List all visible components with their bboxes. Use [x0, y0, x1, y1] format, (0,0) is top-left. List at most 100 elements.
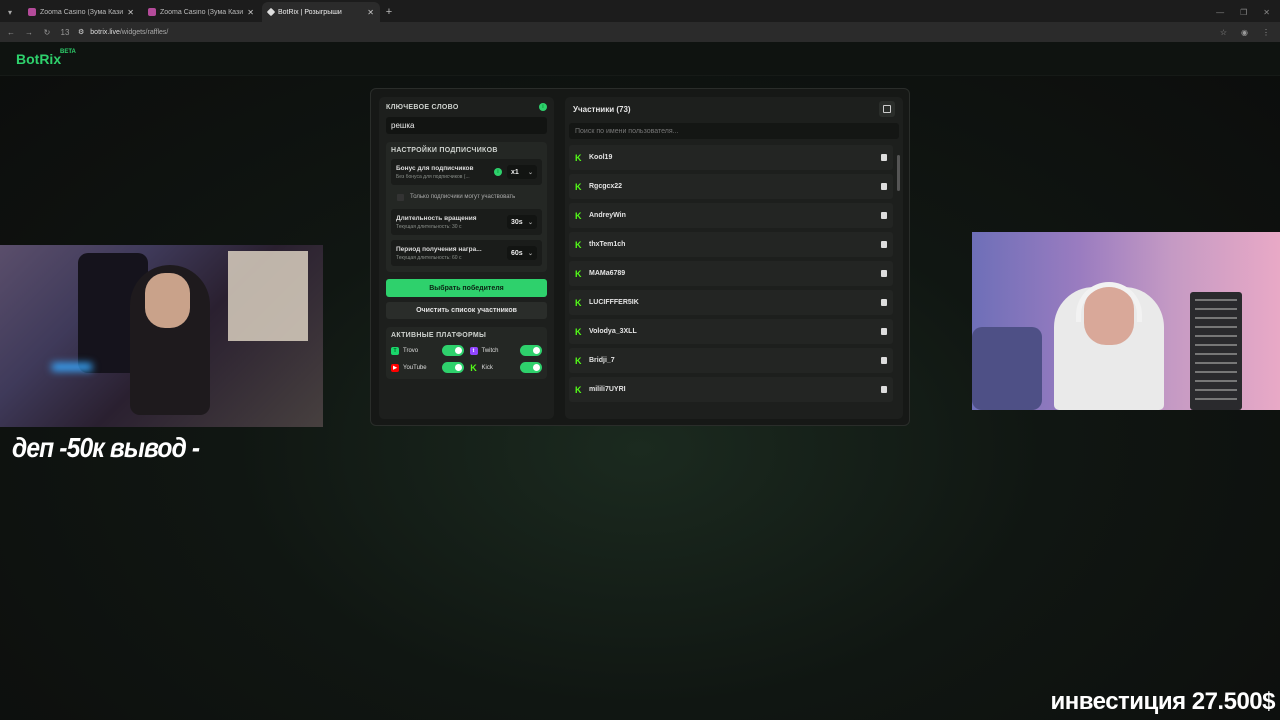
setting-description: Текущая длительность: 30 с — [396, 223, 462, 230]
trovo-toggle[interactable] — [441, 345, 464, 356]
active-platforms: АКТИВНЫЕ ПЛАТФОРМЫ T Trovo t Twitch ▶ Yo… — [386, 327, 547, 379]
active-platforms-label: АКТИВНЫЕ ПЛАТФОРМЫ — [391, 332, 487, 339]
address-bar[interactable]: ⚙ botrix.live/widgets/raffles/ — [78, 24, 1212, 40]
url-path: /widgets/raffles/ — [119, 28, 169, 36]
subscribers-only-checkbox-row[interactable]: Только подписчики могут участвовать — [391, 190, 542, 204]
profile-icon[interactable]: ◉ — [1241, 28, 1248, 37]
tab-favicon-icon — [28, 8, 36, 16]
participant-row: K Bridji_7 — [569, 348, 893, 373]
subscribers-only-checkbox[interactable] — [397, 193, 404, 201]
subscriber-bonus-select[interactable]: x1 ⌄ — [507, 165, 537, 179]
trash-icon[interactable] — [881, 270, 887, 277]
webcam-right — [972, 232, 1280, 410]
setting-title: Период получения награ... — [396, 245, 482, 253]
restore-icon[interactable]: ❐ — [1240, 8, 1247, 17]
platform-name: YouTube — [403, 364, 427, 371]
claim-period-select[interactable]: 60s ⌄ — [507, 246, 537, 260]
tab-close-icon[interactable]: ✕ — [127, 8, 134, 17]
participant-row: K MAMa6789 — [569, 261, 893, 286]
participant-row: K LUCIFFFER5IK — [569, 290, 893, 315]
trovo-icon: T — [391, 346, 399, 355]
participant-row: K Volodya_3XLL — [569, 319, 893, 344]
botrix-logo[interactable]: BotRix BETA — [16, 49, 76, 67]
kick-icon: K — [575, 326, 582, 337]
chevron-down-icon: ⌄ — [527, 219, 533, 226]
participant-name: LUCIFFFER5IK — [589, 299, 639, 306]
trash-icon[interactable] — [881, 299, 887, 306]
close-window-icon[interactable]: ✕ — [1263, 8, 1270, 17]
overlay-investment-text: инвестиция 27.500$ — [1050, 688, 1275, 715]
tab-title: Zooma Casino (Зума Казино) – — [40, 8, 124, 16]
trash-icon[interactable] — [881, 183, 887, 190]
trash-icon[interactable] — [881, 241, 887, 248]
participant-search-input[interactable]: Поиск по имени пользователя... — [569, 123, 899, 139]
subscriber-settings: НАСТРОЙКИ ПОДПИСЧИКОВ Бонус для подписчи… — [386, 142, 547, 272]
url-host: botrix.live — [90, 28, 120, 36]
logo-text: BotRix — [16, 50, 62, 67]
browser-tab[interactable]: Zooma Casino (Зума Казино) – ✕ — [142, 2, 260, 22]
spin-duration-select[interactable]: 30s ⌄ — [507, 215, 537, 229]
kick-toggle[interactable] — [520, 362, 542, 373]
participants-title: Участники (73) — [573, 104, 631, 114]
youtube-toggle[interactable] — [441, 362, 464, 373]
participants-panel: Участники (73) Поиск по имени пользовате… — [565, 97, 903, 419]
participants-scrollbar[interactable] — [897, 155, 900, 191]
kick-icon: K — [575, 384, 582, 395]
keyword-label: КЛЮЧЕВОЕ СЛОВО — [386, 103, 459, 111]
claim-period-setting: Период получения награ... Текущая длител… — [391, 240, 542, 266]
participant-name: Volodya_3XLL — [589, 328, 637, 335]
participant-name: MAMa6789 — [589, 270, 626, 277]
participant-name: Rgcgcx22 — [589, 183, 623, 190]
trash-icon[interactable] — [881, 212, 887, 219]
platform-kick: K Kick — [470, 362, 542, 373]
tab-search-chevron-icon[interactable]: ▾ — [0, 2, 20, 22]
trash-icon[interactable] — [881, 386, 887, 393]
back-icon[interactable]: ← — [6, 28, 16, 37]
participant-name: thxTem1ch — [589, 241, 626, 248]
reload-icon[interactable]: ↻ — [42, 28, 52, 37]
copy-icon[interactable] — [879, 101, 895, 117]
cam-face — [145, 273, 190, 328]
participant-row: K Rgcgcx22 — [569, 174, 893, 199]
pick-winner-button[interactable]: Выбрать победителя — [386, 279, 547, 297]
twitch-toggle[interactable] — [520, 345, 542, 356]
site-info-icon[interactable]: ⚙ — [78, 28, 84, 36]
tab-title: BotRix | Розыгрыши — [278, 8, 342, 16]
subscriber-settings-label: НАСТРОЙКИ ПОДПИСЧИКОВ — [391, 147, 498, 154]
trash-icon[interactable] — [881, 154, 887, 161]
clear-participants-button[interactable]: Очистить список участников — [386, 302, 547, 319]
minimize-icon[interactable]: — — [1216, 8, 1224, 17]
participant-row: K AndreyWin — [569, 203, 893, 228]
menu-kebab-icon[interactable]: ⋮ — [1262, 28, 1270, 37]
raffle-settings-panel: КЛЮЧЕВОЕ СЛОВО i решка НАСТРОЙКИ ПОДПИСЧ… — [379, 97, 554, 419]
tab-close-icon[interactable]: ✕ — [247, 8, 254, 17]
platform-youtube: ▶ YouTube — [391, 362, 464, 373]
select-value: 30s — [511, 218, 523, 226]
browser-tabstrip: ▾ Zooma Casino (Зума Казино) – ✕ Zooma C… — [0, 0, 1280, 22]
participants-list: K Kool19 K Rgcgcx22 K AndreyWin KthxTem1ch K MAM… — [569, 145, 893, 417]
window-controls: — ❐ ✕ — [1216, 2, 1280, 22]
bookmark-star-icon[interactable]: ☆ — [1220, 28, 1227, 37]
platform-trovo: T Trovo — [391, 345, 464, 356]
tab-favicon-icon — [266, 7, 276, 17]
platform-name: Trovo — [403, 347, 419, 354]
trash-icon[interactable] — [881, 357, 887, 364]
participant-row: K Kool19 — [569, 145, 893, 170]
chevron-down-icon: ⌄ — [527, 169, 533, 176]
forward-icon[interactable]: → — [24, 28, 34, 37]
keyword-input[interactable]: решка — [386, 117, 547, 134]
browser-tab-active[interactable]: BotRix | Розыгрыши ✕ — [262, 2, 380, 22]
page-content: BotRix BETA КЛЮЧЕВОЕ СЛОВО i решка НАСТРО… — [0, 42, 1280, 720]
trash-icon[interactable] — [881, 328, 887, 335]
extension-badge[interactable]: 13 — [60, 28, 70, 37]
select-value: 60s — [511, 249, 523, 257]
info-icon[interactable]: i — [494, 168, 502, 176]
tab-close-icon[interactable]: ✕ — [367, 8, 374, 17]
participant-name: Bridji_7 — [589, 357, 615, 364]
participant-name: Kool19 — [589, 154, 613, 161]
browser-tab[interactable]: Zooma Casino (Зума Казино) – ✕ — [22, 2, 140, 22]
info-icon[interactable]: i — [539, 103, 547, 111]
new-tab-button[interactable]: + — [380, 2, 398, 22]
twitch-icon: t — [469, 346, 478, 355]
cam-sofa — [972, 327, 1042, 410]
